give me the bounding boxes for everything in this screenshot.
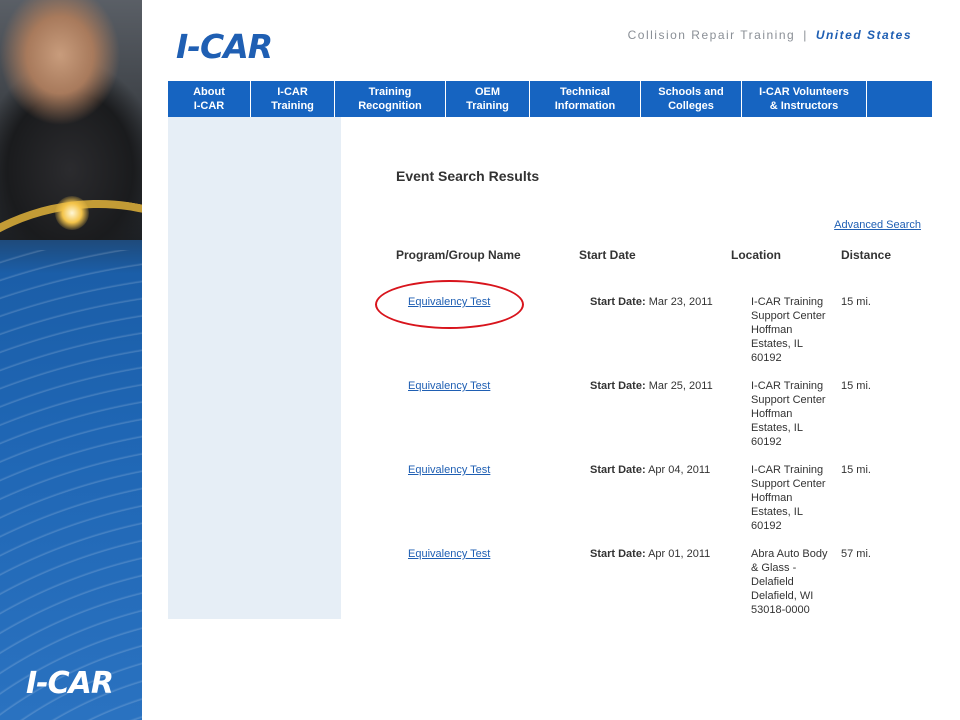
event-link[interactable]: Equivalency Test: [408, 463, 490, 477]
column-header-program: Program/Group Name: [396, 248, 521, 262]
site-logo[interactable]: I-CAR: [176, 27, 273, 66]
header-tagline: Collision Repair Training | United States: [628, 28, 912, 42]
distance: 15 mi.: [841, 380, 871, 392]
nav-item-oem[interactable]: OEM Training: [446, 81, 530, 117]
location: I-CAR Training Support Center Hoffman Es…: [751, 296, 826, 364]
nav-item-training[interactable]: I-CAR Training: [251, 81, 335, 117]
tagline-separator: |: [803, 28, 808, 42]
distance: 15 mi.: [841, 464, 871, 476]
left-sidebar: [168, 117, 341, 619]
location: I-CAR Training Support Center Hoffman Es…: [751, 464, 826, 532]
nav-item-about[interactable]: About I-CAR: [168, 81, 251, 117]
column-header-location: Location: [731, 248, 781, 262]
location: I-CAR Training Support Center Hoffman Es…: [751, 380, 826, 448]
start-date: Start Date: Mar 23, 2011: [590, 295, 713, 309]
start-date-label: Start Date:: [590, 296, 646, 308]
side-banner-image: I-CAR: [0, 0, 142, 720]
start-date: Start Date: Mar 25, 2011: [590, 379, 713, 393]
footer-logo: I-CAR: [26, 666, 114, 701]
column-header-start-date: Start Date: [579, 248, 636, 262]
start-date-label: Start Date:: [590, 548, 646, 560]
nav-item-volunteers[interactable]: I-CAR Volunteers & Instructors: [742, 81, 867, 117]
event-link[interactable]: Equivalency Test: [408, 379, 490, 393]
country-selector[interactable]: United States: [816, 28, 912, 42]
distance: 57 mi.: [841, 548, 871, 560]
nav-item-technical[interactable]: Technical Information: [530, 81, 641, 117]
advanced-search-link[interactable]: Advanced Search: [834, 219, 921, 231]
start-date-value: Mar 23, 2011: [648, 296, 713, 308]
start-date-label: Start Date:: [590, 464, 646, 476]
tagline-text: Collision Repair Training: [627, 28, 796, 42]
nav-item-schools[interactable]: Schools and Colleges: [641, 81, 742, 117]
decorative-glow: [55, 196, 89, 230]
start-date-label: Start Date:: [590, 380, 646, 392]
column-header-distance: Distance: [841, 248, 892, 262]
event-link[interactable]: Equivalency Test: [408, 547, 490, 561]
location: Abra Auto Body & Glass - Delafield Delaf…: [751, 548, 828, 616]
nav-item-recognition[interactable]: Training Recognition: [335, 81, 446, 117]
page-title: Event Search Results: [396, 168, 540, 184]
start-date-value: Apr 01, 2011: [648, 548, 711, 560]
start-date-value: Apr 04, 2011: [648, 464, 711, 476]
start-date: Start Date: Apr 04, 2011: [590, 463, 710, 477]
start-date-value: Mar 25, 2011: [648, 380, 713, 392]
highlight-annotation: [375, 280, 524, 329]
distance: 15 mi.: [841, 296, 871, 308]
main-nav: About I-CAR I-CAR Training Training Reco…: [168, 81, 932, 117]
decorative-lines: [0, 250, 142, 720]
start-date: Start Date: Apr 01, 2011: [590, 547, 710, 561]
